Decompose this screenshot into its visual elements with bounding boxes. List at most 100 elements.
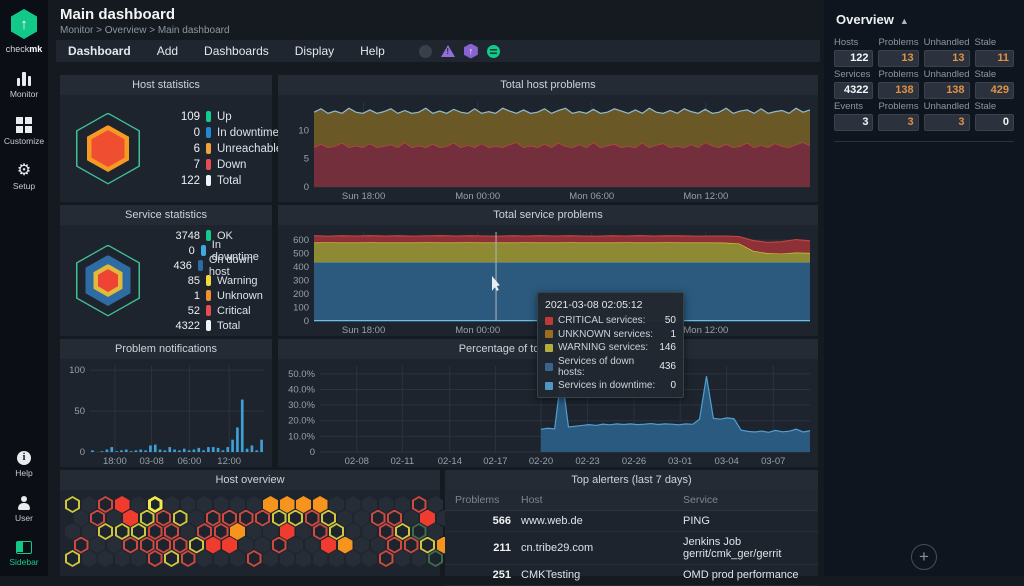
status-color-pill xyxy=(206,275,211,286)
status-color-pill xyxy=(206,143,211,154)
host-hexagon[interactable] xyxy=(411,550,427,567)
host-hexagon[interactable] xyxy=(378,550,394,567)
host-hexagon[interactable] xyxy=(263,550,278,567)
overview-stat-cell[interactable]: Hosts 122 xyxy=(834,37,874,67)
host-hexagon[interactable] xyxy=(213,550,229,567)
service-stat-row[interactable]: 4322 Total xyxy=(156,318,264,333)
host-stat-row[interactable]: 109 Up xyxy=(156,109,282,125)
panel-title: Host statistics xyxy=(60,75,272,95)
host-hexagon[interactable] xyxy=(246,550,262,567)
total-host-problems-chart[interactable]: 0 5 10 Sun 18:00 Mon 00:00 Mon 06:00 Mon 12:00 xyxy=(278,95,818,202)
host-hexagon[interactable] xyxy=(180,550,196,567)
sidebar-item-customize[interactable]: Customize xyxy=(0,108,48,155)
status-color-pill xyxy=(206,320,211,331)
overview-stat-cell[interactable]: Problems 138 xyxy=(878,69,919,99)
menu-item[interactable]: Display xyxy=(295,44,334,58)
table-row[interactable]: 211 cn.tribe29.com Jenkins Job gerrit/cm… xyxy=(445,532,818,565)
filter-icon[interactable] xyxy=(418,44,432,58)
menu-item[interactable]: Help xyxy=(360,44,385,58)
overview-stat-cell[interactable]: Stale 0 xyxy=(974,101,1014,131)
host-statistics-list: 109 Up 0 In downtime 6 Unreachable 7 Dow… xyxy=(156,109,292,189)
host-hexagon[interactable] xyxy=(296,550,311,567)
svg-text:0: 0 xyxy=(310,447,315,458)
status-color-pill xyxy=(206,290,211,301)
host-hexagon[interactable] xyxy=(131,550,146,567)
host-statistics-hexagon[interactable] xyxy=(60,95,156,202)
host-overview-grid[interactable] xyxy=(60,490,460,567)
warning-triangle-icon[interactable] xyxy=(440,45,455,57)
stat-value-box: 13 xyxy=(923,50,970,67)
status-color-pill xyxy=(206,159,211,170)
sidebar-item-monitor[interactable]: Monitor xyxy=(0,63,48,108)
overview-stat-cell[interactable]: Unhandled 3 xyxy=(923,101,970,131)
host-stat-row[interactable]: 0 In downtime xyxy=(156,125,282,141)
host-hexagon[interactable] xyxy=(329,550,344,567)
service-stat-row[interactable]: 436 On down host xyxy=(156,254,264,278)
sidebar-item-setup[interactable]: ⚙ Setup xyxy=(0,155,48,200)
svg-text:Mon 12:00: Mon 12:00 xyxy=(683,191,728,202)
service-stat-row[interactable]: 52 Critical xyxy=(156,303,264,318)
host-hexagon[interactable] xyxy=(65,550,80,567)
table-row[interactable]: 566 www.web.de PING xyxy=(445,511,818,532)
panel-host-statistics: Host statistics 109 Up 0 In downtime 6 U… xyxy=(60,75,282,202)
add-snapin-button[interactable]: + xyxy=(911,544,937,570)
svg-text:Mon 12:00: Mon 12:00 xyxy=(683,325,728,336)
service-statistics-hexagon[interactable] xyxy=(60,225,156,336)
series-swatch xyxy=(545,330,553,338)
help-icon: i xyxy=(17,451,31,465)
sidebar-item-sidebar-toggle[interactable]: Sidebar xyxy=(0,532,48,576)
panel-top-alerters: Top alerters (last 7 days) Problems Host… xyxy=(445,470,818,586)
problem-notifications-chart[interactable]: 0 50 100 18:00 03-08 06:00 12:00 xyxy=(60,359,272,467)
checkmk-logo[interactable]: ↑ checkmk xyxy=(0,0,48,63)
menu-item[interactable]: Dashboards xyxy=(204,44,269,58)
host-hexagon[interactable] xyxy=(312,550,328,567)
alerters-header-row: Problems Host Service xyxy=(445,490,818,511)
update-icon[interactable]: ↑ xyxy=(463,43,478,59)
messages-icon[interactable] xyxy=(486,44,500,58)
svg-text:500: 500 xyxy=(293,249,309,260)
tooltip-timestamp: 2021-03-08 02:05:12 xyxy=(545,299,643,311)
host-hexagon[interactable] xyxy=(279,550,295,567)
host-hexagon[interactable] xyxy=(114,550,130,567)
overview-snapin-header[interactable]: Overview ▲ xyxy=(824,0,1024,37)
menu-item[interactable]: Dashboard xyxy=(68,44,131,58)
overview-stat-cell[interactable]: Unhandled 13 xyxy=(923,37,970,67)
sidebar-item-help[interactable]: i Help xyxy=(0,442,48,487)
overview-stat-cell[interactable]: Stale 11 xyxy=(974,37,1014,67)
host-hexagon[interactable] xyxy=(147,550,163,567)
status-color-pill xyxy=(197,260,203,271)
svg-text:Mon 00:00: Mon 00:00 xyxy=(455,191,500,202)
chart-tooltip: 2021-03-08 02:05:12 CRITICAL services: 5… xyxy=(537,292,684,398)
host-hexagon[interactable] xyxy=(230,550,245,567)
svg-text:02-20: 02-20 xyxy=(529,456,553,467)
svg-text:03-01: 03-01 xyxy=(668,456,692,467)
svg-text:400: 400 xyxy=(293,262,309,273)
overview-stat-cell[interactable]: Unhandled 138 xyxy=(923,69,970,99)
host-hexagon[interactable] xyxy=(428,550,443,567)
service-stat-row[interactable]: 85 Warning xyxy=(156,273,264,288)
menu-item[interactable]: Add xyxy=(157,44,178,58)
host-hexagon[interactable] xyxy=(81,550,97,567)
overview-stat-cell[interactable]: Events 3 xyxy=(834,101,874,131)
overview-stat-cell[interactable]: Stale 429 xyxy=(974,69,1014,99)
host-hexagon[interactable] xyxy=(362,550,377,567)
overview-stat-cell[interactable]: Problems 13 xyxy=(878,37,919,67)
host-hexagon[interactable] xyxy=(345,550,361,567)
host-stat-row[interactable]: 122 Total xyxy=(156,173,282,189)
overview-stat-cell[interactable]: Services 4322 xyxy=(834,69,874,99)
host-hexagon[interactable] xyxy=(98,550,113,567)
overview-stat-cell[interactable]: Problems 3 xyxy=(878,101,919,131)
stat-value-box: 13 xyxy=(878,50,919,67)
svg-text:18:00: 18:00 xyxy=(103,456,127,467)
host-stat-row[interactable]: 6 Unreachable xyxy=(156,141,283,157)
host-hexagon[interactable] xyxy=(395,550,410,567)
host-hexagon[interactable] xyxy=(197,550,212,567)
host-hexagon[interactable] xyxy=(164,550,179,567)
panel-title: Host overview xyxy=(60,470,440,490)
sidebar-item-user[interactable]: User xyxy=(0,487,48,532)
svg-text:02-08: 02-08 xyxy=(345,456,369,467)
service-stat-row[interactable]: 1 Unknown xyxy=(156,288,264,303)
host-stat-row[interactable]: 7 Down xyxy=(156,157,282,173)
panel-title: Top alerters (last 7 days) xyxy=(445,470,818,490)
sidebar-item-label: Monitor xyxy=(9,89,39,99)
